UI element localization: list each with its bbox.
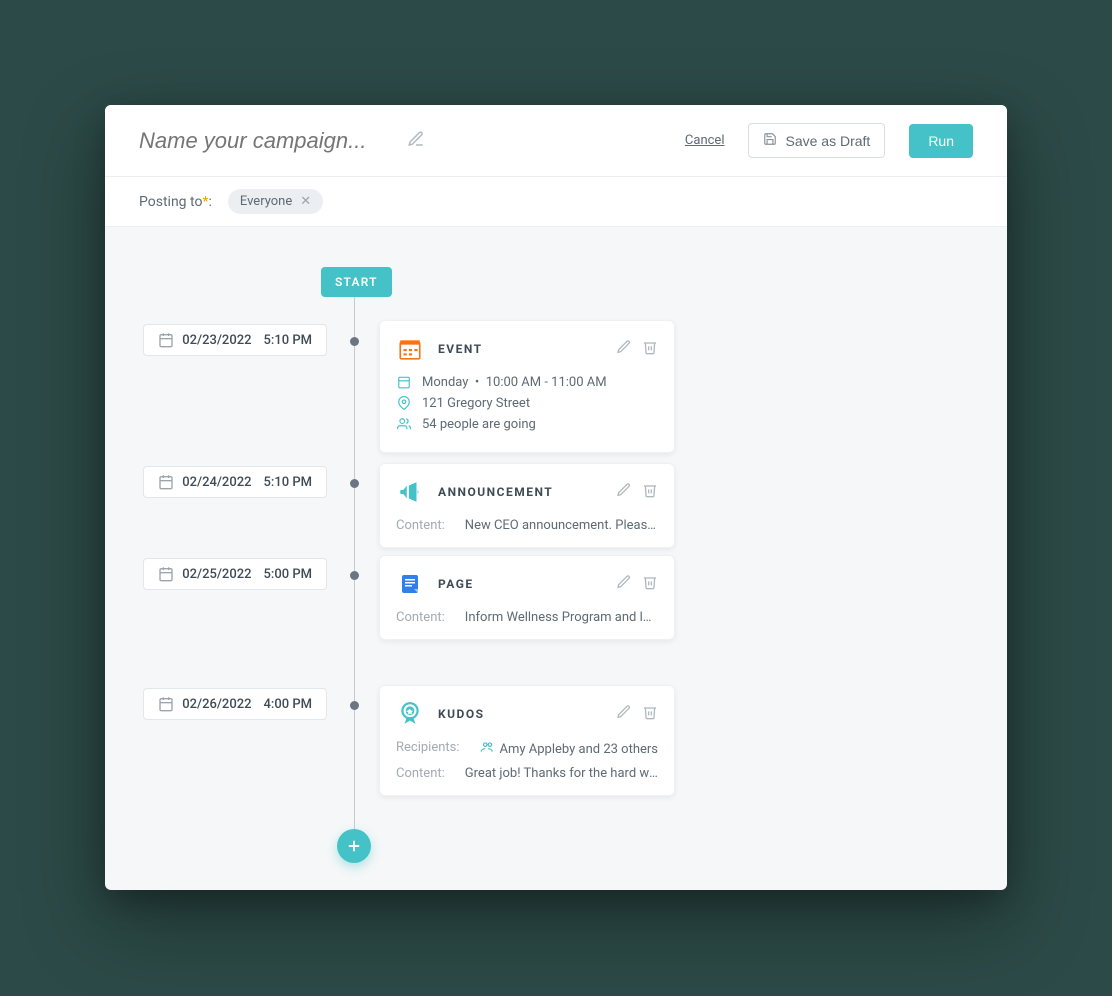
content-value: Great job! Thanks for the hard work y... <box>465 766 658 781</box>
start-badge: START <box>321 267 392 297</box>
page-card[interactable]: PAGE Content: Inform Wellness Program an… <box>379 555 675 640</box>
date-text: 02/25/2022 <box>182 567 251 582</box>
add-node-button[interactable] <box>337 829 371 863</box>
recipients-row: Recipients: Amy Appleby and 23 others <box>396 740 658 758</box>
schedule-icon <box>396 375 412 389</box>
date-text: 02/26/2022 <box>182 697 251 712</box>
plus-icon <box>345 837 363 855</box>
kudos-card[interactable]: KUDOS Recipients: Amy Appleby and 23 oth… <box>379 685 675 796</box>
posting-label: Posting to*: <box>139 194 212 210</box>
date-chip[interactable]: 02/23/2022 5:10 PM <box>143 324 327 356</box>
people-icon <box>396 417 412 431</box>
announcement-card[interactable]: ANNOUNCEMENT Content: New CEO announceme… <box>379 463 675 548</box>
run-button[interactable]: Run <box>909 124 973 158</box>
content-value: Inform Wellness Program and long po... <box>465 610 658 625</box>
posting-bar: Posting to*: Everyone ✕ <box>105 177 1007 227</box>
card-head: KUDOS <box>396 700 658 728</box>
card-type-label: PAGE <box>438 577 602 591</box>
timeline-area: START 02/23/2022 5:10 PM EVENT Monday • <box>105 227 1007 890</box>
save-icon <box>763 132 777 149</box>
event-attendees-row: 54 people are going <box>396 417 658 432</box>
cancel-link[interactable]: Cancel <box>685 133 725 148</box>
edit-card-icon[interactable] <box>616 482 632 502</box>
location-icon <box>396 396 412 410</box>
date-chip[interactable]: 02/24/2022 5:10 PM <box>143 466 327 498</box>
time-text: 5:10 PM <box>264 475 313 490</box>
event-card[interactable]: EVENT Monday • 10:00 AM - 11:00 AM 121 G… <box>379 320 675 453</box>
campaign-modal: Cancel Save as Draft Run Posting to*: Ev… <box>105 105 1007 890</box>
save-draft-button[interactable]: Save as Draft <box>748 123 885 158</box>
delete-card-icon[interactable] <box>642 704 658 724</box>
recipients-icon <box>480 740 494 758</box>
edit-card-icon[interactable] <box>616 704 632 724</box>
card-head: PAGE <box>396 570 658 598</box>
event-time-row: Monday • 10:00 AM - 11:00 AM <box>396 375 658 390</box>
card-head: ANNOUNCEMENT <box>396 478 658 506</box>
calendar-icon <box>158 332 174 348</box>
timeline-dot <box>350 337 359 346</box>
megaphone-icon <box>396 478 424 506</box>
timeline-dot <box>350 479 359 488</box>
event-location-row: 121 Gregory Street <box>396 396 658 411</box>
header-actions: Cancel Save as Draft Run <box>685 123 973 158</box>
time-text: 5:10 PM <box>264 333 313 348</box>
content-value: New CEO announcement. Please eve... <box>465 518 658 533</box>
save-draft-label: Save as Draft <box>785 133 870 149</box>
date-chip[interactable]: 02/26/2022 4:00 PM <box>143 688 327 720</box>
edit-card-icon[interactable] <box>616 339 632 359</box>
campaign-name-input[interactable] <box>139 128 399 154</box>
page-icon <box>396 570 424 598</box>
award-icon <box>396 700 424 728</box>
card-type-label: ANNOUNCEMENT <box>438 485 602 499</box>
calendar-icon <box>158 566 174 582</box>
content-row: Content: New CEO announcement. Please ev… <box>396 518 658 533</box>
pencil-icon[interactable] <box>407 130 425 152</box>
card-type-label: EVENT <box>438 342 602 356</box>
audience-chip[interactable]: Everyone ✕ <box>228 189 323 214</box>
delete-card-icon[interactable] <box>642 482 658 502</box>
content-row: Content: Inform Wellness Program and lon… <box>396 610 658 625</box>
edit-card-icon[interactable] <box>616 574 632 594</box>
timeline-dot <box>350 701 359 710</box>
time-text: 4:00 PM <box>264 697 313 712</box>
timeline-dot <box>350 571 359 580</box>
modal-header: Cancel Save as Draft Run <box>105 105 1007 177</box>
date-text: 02/24/2022 <box>182 475 251 490</box>
remove-chip-icon[interactable]: ✕ <box>300 194 311 209</box>
card-type-label: KUDOS <box>438 707 602 721</box>
event-icon <box>396 335 424 363</box>
delete-card-icon[interactable] <box>642 339 658 359</box>
content-row: Content: Great job! Thanks for the hard … <box>396 766 658 781</box>
delete-card-icon[interactable] <box>642 574 658 594</box>
calendar-icon <box>158 696 174 712</box>
date-text: 02/23/2022 <box>182 333 251 348</box>
audience-chip-label: Everyone <box>240 194 292 209</box>
recipients-value: Amy Appleby and 23 others <box>500 742 658 757</box>
date-chip[interactable]: 02/25/2022 5:00 PM <box>143 558 327 590</box>
time-text: 5:00 PM <box>264 567 313 582</box>
card-head: EVENT <box>396 335 658 363</box>
calendar-icon <box>158 474 174 490</box>
title-wrap <box>139 128 685 154</box>
